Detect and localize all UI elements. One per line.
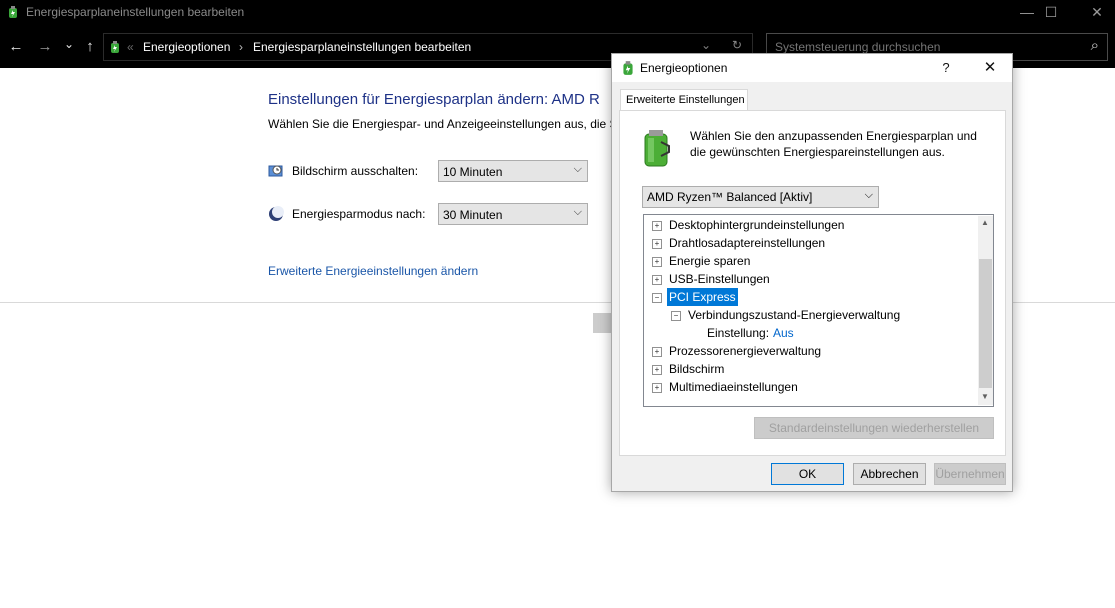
window-title: Energiesparplaneinstellungen bearbeiten <box>26 5 245 19</box>
close-icon: ✕ <box>983 59 997 76</box>
sleep-value: 30 Minuten <box>443 208 503 222</box>
close-button[interactable]: ✕ <box>1074 0 1115 26</box>
chevron-down-icon: ⌵ <box>573 206 582 218</box>
battery-plug-icon <box>644 130 670 167</box>
breadcrumb-separator-icon: › <box>239 40 243 54</box>
expand-icon[interactable]: + <box>652 221 662 231</box>
scroll-down-icon[interactable]: ▼ <box>981 392 989 401</box>
display-off-select[interactable]: 10 Minuten ⌵ <box>438 160 588 182</box>
expand-icon[interactable]: + <box>652 365 662 375</box>
hidden-button-edge <box>593 313 613 333</box>
setting-value-link[interactable]: Aus <box>773 324 794 342</box>
forward-button[interactable]: → <box>37 39 53 55</box>
monitor-clock-icon <box>268 165 283 177</box>
tree-item-label: Multimediaeinstellungen <box>669 380 798 394</box>
power-options-dialog: Energieoptionen ? ✕ Erweiterte Einstellu… <box>611 53 1013 492</box>
expand-icon[interactable]: + <box>652 275 662 285</box>
close-icon: ✕ <box>1091 4 1103 20</box>
tree-item-label: Bildschirm <box>669 362 725 376</box>
tree-item-label: PCI Express <box>667 288 738 306</box>
scroll-up-icon[interactable]: ▲ <box>981 218 989 227</box>
tree-scrollbar[interactable]: ▲ ▼ <box>978 216 993 405</box>
dialog-title: Energieoptionen <box>640 61 728 75</box>
dialog-title-bar: Energieoptionen ? ✕ <box>612 54 1012 82</box>
back-button[interactable]: ← <box>8 39 24 55</box>
breadcrumb-current[interactable]: Energiesparplaneinstellungen bearbeiten <box>253 40 471 54</box>
dialog-close-button[interactable]: ✕ <box>975 57 1005 79</box>
breadcrumb-energieoptionen[interactable]: Energieoptionen <box>143 40 230 54</box>
collapse-icon[interactable]: − <box>652 293 662 303</box>
chevron-down-icon: ⌵ <box>864 189 873 201</box>
maximize-icon: ☐ <box>1044 4 1058 20</box>
plan-select[interactable]: AMD Ryzen™ Balanced [Aktiv] ⌵ <box>642 186 879 208</box>
cancel-button[interactable]: Abbrechen <box>853 463 926 485</box>
search-icon[interactable]: ⌕ <box>1091 37 1099 54</box>
page-title: Einstellungen für Energiesparplan ändern… <box>268 91 600 108</box>
display-off-label: Bildschirm ausschalten: <box>292 164 419 178</box>
sleep-select[interactable]: 30 Minuten ⌵ <box>438 203 588 225</box>
tree-item-label: Verbindungszustand-Energieverwaltung <box>688 308 901 322</box>
tab-label: Erweiterte Einstellungen <box>626 94 745 106</box>
scrollbar-thumb[interactable] <box>979 259 992 388</box>
tree-item-label: USB-Einstellungen <box>669 272 770 286</box>
expand-icon[interactable]: + <box>652 347 662 357</box>
power-options-icon <box>111 41 119 53</box>
apply-button[interactable]: Übernehmen <box>934 463 1006 485</box>
help-button[interactable]: ? <box>931 57 961 79</box>
maximize-button[interactable]: ☐ <box>1028 0 1074 26</box>
breadcrumb-overflow-icon[interactable]: « <box>127 40 134 54</box>
recent-locations-button[interactable]: ⌄ <box>61 36 77 52</box>
chevron-down-icon: ⌄ <box>63 37 75 51</box>
restore-defaults-button[interactable]: Standardeinstellungen wiederherstellen <box>754 417 994 439</box>
display-off-value: 10 Minuten <box>443 165 503 179</box>
sleep-label: Energiesparmodus nach: <box>292 207 426 221</box>
up-button[interactable]: ↑ <box>82 39 98 55</box>
refresh-icon[interactable]: ↻ <box>732 38 742 52</box>
power-options-icon <box>9 6 17 18</box>
plan-value: AMD Ryzen™ Balanced [Aktiv] <box>647 190 813 204</box>
window-title-bar: Energiesparplaneinstellungen bearbeiten … <box>0 0 1115 26</box>
dialog-description: Wählen Sie den anzupassenden Energiespar… <box>690 129 977 159</box>
expand-icon[interactable]: + <box>652 257 662 267</box>
expand-icon[interactable]: + <box>652 383 662 393</box>
search-input[interactable]: Systemsteuerung durchsuchen <box>775 40 940 54</box>
collapse-icon[interactable]: − <box>671 311 681 321</box>
power-options-icon <box>623 61 633 75</box>
settings-tree[interactable]: + Desktophintergrundeinstellungen + Drah… <box>643 214 994 407</box>
ok-button[interactable]: OK <box>771 463 844 485</box>
page-subtitle: Wählen Sie die Energiespar- und Anzeigee… <box>268 117 621 131</box>
expand-icon[interactable]: + <box>652 239 662 249</box>
tree-item-label: Drahtlosadaptereinstellungen <box>669 236 826 250</box>
tree-item-label: Desktophintergrundeinstellungen <box>669 218 845 232</box>
forward-arrow-icon: → <box>37 38 53 55</box>
advanced-settings-link[interactable]: Erweiterte Energieeinstellungen ändern <box>268 264 478 278</box>
tab-panel: Wählen Sie den anzupassenden Energiespar… <box>619 110 1006 456</box>
tree-item-label: Energie sparen <box>669 254 751 268</box>
tab-advanced-settings[interactable]: Erweiterte Einstellungen <box>620 89 748 112</box>
address-dropdown-icon[interactable]: ⌄ <box>701 38 711 52</box>
help-icon: ? <box>942 60 950 75</box>
back-arrow-icon: ← <box>8 38 24 55</box>
tree-item-label: Prozessorenergieverwaltung <box>669 344 822 358</box>
chevron-down-icon: ⌵ <box>573 163 582 175</box>
setting-label: Einstellung: <box>707 326 770 340</box>
up-arrow-icon: ↑ <box>86 38 94 55</box>
moon-sleep-icon <box>269 206 284 221</box>
